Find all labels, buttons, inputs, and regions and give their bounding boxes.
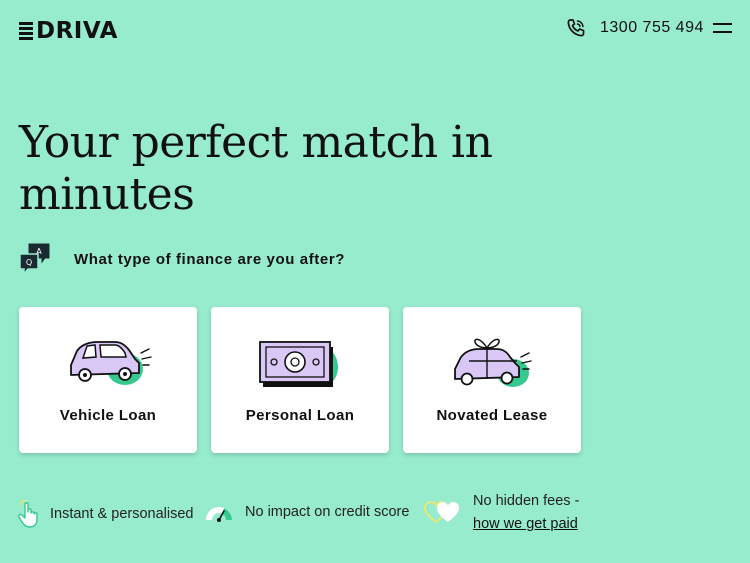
- page-title: Your perfect match in minutes: [19, 117, 579, 221]
- qa-icon-letter-a: A: [36, 247, 42, 256]
- card-label: Novated Lease: [436, 407, 548, 424]
- car-icon: [70, 341, 152, 385]
- feature-credit-text: No impact on credit score: [245, 504, 410, 520]
- how-we-get-paid-link[interactable]: how we get paid: [473, 513, 579, 536]
- gauge-icon: [206, 507, 232, 522]
- feature-instant: Instant & personalised: [17, 500, 193, 528]
- features-row: Instant & personalised No impact on cred…: [17, 490, 737, 540]
- fees-text-block: No hidden fees - how we get paid: [473, 490, 579, 536]
- finance-question: A Q What type of finance are you after?: [19, 242, 345, 276]
- menu-icon[interactable]: [713, 21, 732, 35]
- finance-options: Vehicle Loan Personal Loan Novated Lease: [19, 307, 581, 453]
- gift-car-icon: [454, 338, 532, 387]
- header: DRIVA 1300 755 494: [0, 0, 750, 62]
- logo-text: DRIVA: [36, 17, 118, 44]
- question-text: What type of finance are you after?: [74, 250, 346, 268]
- card-label: Vehicle Loan: [59, 407, 157, 424]
- qa-chat-icon: A Q: [19, 243, 50, 276]
- phone-icon: [567, 19, 585, 37]
- hearts-icon: [424, 501, 459, 524]
- driva-logo[interactable]: DRIVA: [19, 18, 118, 44]
- phone-link[interactable]: 1300 755 494: [566, 16, 704, 40]
- banknote-icon: [259, 341, 338, 387]
- personal-loan-card[interactable]: Personal Loan: [211, 307, 389, 453]
- logo-bars-icon: [19, 22, 33, 40]
- feature-instant-text: Instant & personalised: [50, 506, 194, 522]
- phone-number: 1300 755 494: [600, 19, 704, 36]
- card-label: Personal Loan: [245, 407, 355, 424]
- headline-line-2: minutes: [19, 169, 195, 220]
- vehicle-loan-card[interactable]: Vehicle Loan: [19, 307, 197, 453]
- feature-fees: No hidden fees - how we get paid: [424, 490, 579, 536]
- headline-line-1: Your perfect match in: [19, 117, 493, 168]
- feature-fees-text: No hidden fees -: [473, 493, 580, 509]
- tap-hand-icon: [18, 500, 38, 528]
- novated-lease-card[interactable]: Novated Lease: [403, 307, 581, 453]
- qa-icon-letter-q: Q: [26, 258, 32, 267]
- feature-credit: No impact on credit score: [206, 500, 409, 524]
